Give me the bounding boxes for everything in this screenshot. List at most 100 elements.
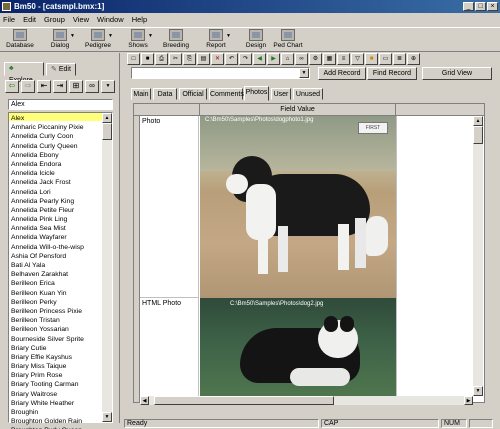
- list-item[interactable]: Briary White Heather: [11, 399, 101, 408]
- list-item[interactable]: Amharic Piccaniny Pixie: [11, 123, 101, 132]
- grid-scroll-up-icon[interactable]: ▲: [473, 116, 483, 126]
- forward-arrow-icon[interactable]: ⇨: [21, 80, 35, 93]
- grid-vscroll-thumb[interactable]: [473, 126, 483, 144]
- list-item[interactable]: Berilleon Kuan Yin: [11, 289, 101, 298]
- tab-main[interactable]: Main: [131, 88, 151, 100]
- home-icon[interactable]: ⌂: [281, 53, 294, 65]
- ped-chart-button[interactable]: Ped Chart: [270, 28, 306, 52]
- grid-vscroll[interactable]: ▲ ▼: [473, 116, 483, 396]
- expand-icon[interactable]: ⊞: [69, 80, 83, 93]
- menu-view[interactable]: View: [73, 15, 89, 24]
- tab-unused[interactable]: Unused: [293, 88, 323, 100]
- grid-hscroll[interactable]: ◀ ▶: [140, 396, 473, 405]
- binoculars-icon[interactable]: ∞: [295, 53, 308, 65]
- maximize-button[interactable]: □: [475, 2, 486, 11]
- prev-record-icon[interactable]: ◀: [253, 53, 266, 65]
- breeding-button[interactable]: Breeding: [158, 28, 194, 52]
- tools-icon[interactable]: ⚙: [309, 53, 322, 65]
- list-item[interactable]: Annelida Curly Coon: [11, 132, 101, 141]
- format-icon[interactable]: ▭: [379, 53, 392, 65]
- list-item[interactable]: Annelida Petite Fleur: [11, 206, 101, 215]
- menu-window[interactable]: Window: [97, 15, 124, 24]
- color-icon[interactable]: ■: [365, 53, 378, 65]
- tab-edit[interactable]: ✎ Edit: [46, 63, 76, 76]
- list-item[interactable]: Berilleon Yossarian: [11, 325, 101, 334]
- save-icon[interactable]: ■: [141, 53, 154, 65]
- find-record-button[interactable]: Find Record: [367, 67, 417, 80]
- tab-photos[interactable]: Photos: [244, 86, 269, 101]
- list-item[interactable]: Briary Tooting Carman: [11, 380, 101, 389]
- dog-photo-image[interactable]: FIRST C:\Bm50\Samples\Photos\dogphoto1.j…: [200, 116, 396, 298]
- list-item[interactable]: Briary Cutie: [11, 344, 101, 353]
- list-item[interactable]: Bourneside Silver Sprite: [11, 335, 101, 344]
- grid-scroll-down-icon[interactable]: ▼: [473, 386, 483, 396]
- grid-hscroll-thumb[interactable]: [154, 396, 334, 405]
- tab-user[interactable]: User: [271, 88, 291, 100]
- delete-icon[interactable]: ✕: [211, 53, 224, 65]
- grid-scroll-left-icon[interactable]: ◀: [140, 396, 149, 405]
- first-record-icon[interactable]: ⇤: [37, 80, 51, 93]
- list-item[interactable]: Belhaven Zarakhat: [11, 270, 101, 279]
- list-item[interactable]: Briary Miss Taique: [11, 362, 101, 371]
- list-item[interactable]: Berilleon Princess Pixie: [11, 307, 101, 316]
- list-item[interactable]: Alex: [11, 114, 101, 123]
- next-record-icon[interactable]: ▶: [267, 53, 280, 65]
- record-selector-combo[interactable]: ▼: [131, 67, 310, 79]
- layout-icon[interactable]: ▦: [323, 53, 336, 65]
- undo-icon[interactable]: ↶: [225, 53, 238, 65]
- report-button[interactable]: ▼ Report: [198, 28, 234, 52]
- menu-edit[interactable]: Edit: [23, 15, 36, 24]
- paste-icon[interactable]: ▤: [197, 53, 210, 65]
- shows-button[interactable]: ▼ Shows: [120, 28, 156, 52]
- list-item[interactable]: Berilleon Perky: [11, 298, 101, 307]
- filter-icon[interactable]: ▽: [351, 53, 364, 65]
- search-input[interactable]: Alex: [8, 99, 113, 110]
- tab-comments[interactable]: Comments: [209, 88, 244, 100]
- find-binoculars-icon[interactable]: ∞: [85, 80, 99, 93]
- zoom-icon[interactable]: ⊕: [407, 53, 420, 65]
- new-record-icon[interactable]: □: [127, 53, 140, 65]
- list-item[interactable]: Briary Effie Kayshus: [11, 353, 101, 362]
- options-dropdown-icon[interactable]: ▼: [101, 80, 115, 93]
- dog-html-photo-image[interactable]: C:\Bm50\Samples\Photos\dog2.jpg: [200, 298, 396, 402]
- menu-help[interactable]: Help: [132, 15, 147, 24]
- list-item[interactable]: Bati Al Yala: [11, 261, 101, 270]
- list-item[interactable]: Ashia Of Pensford: [11, 252, 101, 261]
- tab-data[interactable]: Data: [153, 88, 177, 100]
- tab-explore[interactable]: ♣ Explore: [4, 62, 44, 84]
- list-item[interactable]: Broughin: [11, 408, 101, 417]
- list-item[interactable]: Annelida Lori: [11, 188, 101, 197]
- menu-file[interactable]: File: [3, 15, 15, 24]
- pedigree-button[interactable]: ▼ Pedigree: [80, 28, 116, 52]
- list-item[interactable]: Annelida Ebony: [11, 151, 101, 160]
- list-item[interactable]: Annelida Wayfarer: [11, 233, 101, 242]
- last-record-icon[interactable]: ⇥: [53, 80, 67, 93]
- list-item[interactable]: Annelida Will-o-the-wisp: [11, 243, 101, 252]
- cut-icon[interactable]: ✂: [169, 53, 182, 65]
- list-item[interactable]: Annelida Sea Mist: [11, 224, 101, 233]
- add-record-button[interactable]: Add Record: [318, 67, 366, 80]
- align-icon[interactable]: ≣: [393, 53, 406, 65]
- list-item[interactable]: Berilleon Tristan: [11, 316, 101, 325]
- list-item[interactable]: Annelida Curly Queen: [11, 142, 101, 151]
- list-item[interactable]: Annelida Endora: [11, 160, 101, 169]
- back-arrow-icon[interactable]: ⇦: [5, 80, 19, 93]
- close-button[interactable]: ×: [487, 2, 498, 11]
- menu-group[interactable]: Group: [44, 15, 65, 24]
- dialog-button[interactable]: ▼ Dialog: [42, 28, 78, 52]
- list-item[interactable]: Briary Waitrose: [11, 390, 101, 399]
- sort-icon[interactable]: ≡: [337, 53, 350, 65]
- redo-icon[interactable]: ↷: [239, 53, 252, 65]
- list-item[interactable]: Berilleon Erica: [11, 279, 101, 288]
- list-item[interactable]: Annelida Pink Ling: [11, 215, 101, 224]
- design-button[interactable]: Design: [238, 28, 274, 52]
- scroll-thumb[interactable]: [102, 123, 112, 140]
- print-icon[interactable]: ⎙: [155, 53, 168, 65]
- list-item[interactable]: Annelida Icicle: [11, 169, 101, 178]
- list-item[interactable]: Annelida Pearly King: [11, 197, 101, 206]
- grid-view-button[interactable]: Grid View: [422, 67, 492, 80]
- list-item[interactable]: Annelida Jack Frost: [11, 178, 101, 187]
- chevron-down-icon[interactable]: ▼: [299, 68, 309, 78]
- database-button[interactable]: Database: [2, 28, 38, 52]
- scroll-up-arrow-icon[interactable]: ▲: [102, 113, 112, 123]
